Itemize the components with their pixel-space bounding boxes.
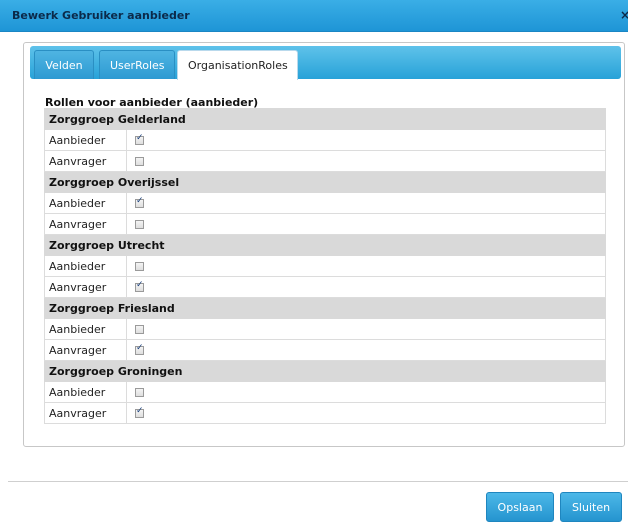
role-checkbox[interactable] [135,280,144,292]
role-checkbox[interactable] [135,196,144,208]
role-row: Aanbieder [44,381,606,403]
role-label: Aanvrager [44,213,127,235]
role-checkbox[interactable] [135,262,144,271]
role-checkbox-cell [126,318,606,340]
tab-panel: Velden UserRoles OrganisationRoles Rolle… [23,42,625,447]
roles-table: Zorggroep GelderlandAanbiederAanvragerZo… [44,108,606,424]
close-icon[interactable]: × [620,8,628,22]
save-button[interactable]: Opslaan [486,492,554,522]
role-checkbox[interactable] [135,157,144,166]
role-checkbox-cell [126,381,606,403]
group-name: Zorggroep Gelderland [44,108,606,130]
role-label: Aanbieder [44,255,127,277]
group-name: Zorggroep Overijssel [44,171,606,193]
footer-divider [8,481,628,482]
group-name: Zorggroep Utrecht [44,234,606,256]
role-row: Aanvrager [44,339,606,361]
role-checkbox-cell [126,213,606,235]
role-checkbox[interactable] [135,343,144,355]
group-name: Zorggroep Groningen [44,360,606,382]
group-name: Zorggroep Friesland [44,297,606,319]
role-label: Aanvrager [44,276,127,298]
tab-organisationroles[interactable]: OrganisationRoles [177,50,298,80]
role-label: Aanvrager [44,150,127,172]
tab-userroles[interactable]: UserRoles [99,50,175,79]
role-row: Aanbieder [44,192,606,214]
tab-bar: Velden UserRoles OrganisationRoles [30,46,621,80]
role-checkbox[interactable] [135,388,144,397]
role-label: Aanvrager [44,402,127,424]
role-row: Aanvrager [44,213,606,235]
role-label: Aanbieder [44,318,127,340]
role-row: Aanvrager [44,150,606,172]
role-label: Aanbieder [44,192,127,214]
close-button[interactable]: Sluiten [560,492,622,522]
role-checkbox[interactable] [135,325,144,334]
role-row: Aanvrager [44,402,606,424]
role-row: Aanbieder [44,318,606,340]
role-row: Aanvrager [44,276,606,298]
role-checkbox-cell [126,192,606,214]
group-header-row: Zorggroep Utrecht [44,234,606,256]
role-row: Aanbieder [44,129,606,151]
role-checkbox-cell [126,339,606,361]
role-checkbox-cell [126,129,606,151]
group-header-row: Zorggroep Gelderland [44,108,606,130]
role-checkbox-cell [126,276,606,298]
role-checkbox[interactable] [135,220,144,229]
group-header-row: Zorggroep Friesland [44,297,606,319]
role-label: Aanbieder [44,129,127,151]
role-checkbox[interactable] [135,406,144,418]
dialog-title: Bewerk Gebruiker aanbieder [12,9,190,22]
role-checkbox[interactable] [135,133,144,145]
role-label: Aanbieder [44,381,127,403]
group-header-row: Zorggroep Groningen [44,360,606,382]
tab-velden[interactable]: Velden [34,50,94,79]
dialog-titlebar: Bewerk Gebruiker aanbieder × [0,0,628,32]
group-header-row: Zorggroep Overijssel [44,171,606,193]
role-label: Aanvrager [44,339,127,361]
role-checkbox-cell [126,150,606,172]
role-checkbox-cell [126,402,606,424]
role-row: Aanbieder [44,255,606,277]
role-checkbox-cell [126,255,606,277]
